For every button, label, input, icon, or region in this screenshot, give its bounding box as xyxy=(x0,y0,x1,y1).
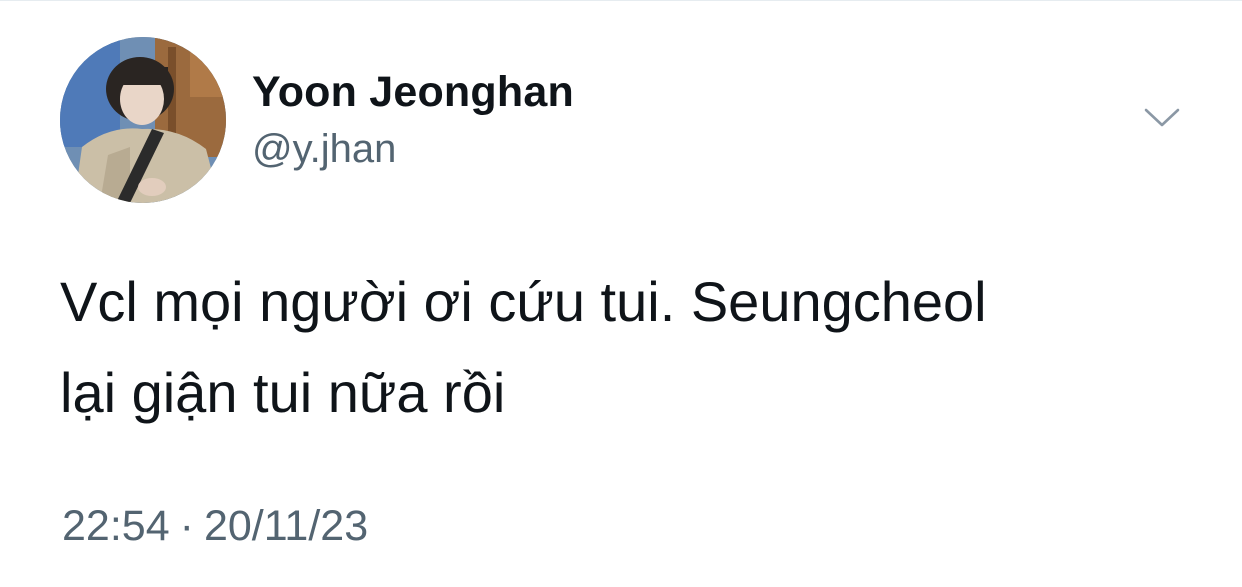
avatar-photo xyxy=(60,37,226,203)
username-handle[interactable]: @y.jhan xyxy=(252,126,574,172)
chevron-down-icon xyxy=(1144,108,1180,127)
tweet-date: 20/11/23 xyxy=(203,502,369,550)
tweet-card: Yoon Jeonghan @y.jhan Vcl mọi người ơi c… xyxy=(0,0,1242,587)
display-name[interactable]: Yoon Jeonghan xyxy=(252,66,574,118)
author-block: Yoon Jeonghan @y.jhan xyxy=(252,66,574,172)
tweet-timestamp[interactable]: 22:54 · 20/11/23 xyxy=(62,500,368,552)
meta-separator: · xyxy=(179,502,194,550)
tweet-time: 22:54 xyxy=(62,502,170,550)
tweet-text: Vcl mọi người ơi cứu tui. Seungcheol lại… xyxy=(60,270,987,424)
avatar[interactable] xyxy=(60,37,226,203)
more-options-button[interactable] xyxy=(1138,98,1186,138)
